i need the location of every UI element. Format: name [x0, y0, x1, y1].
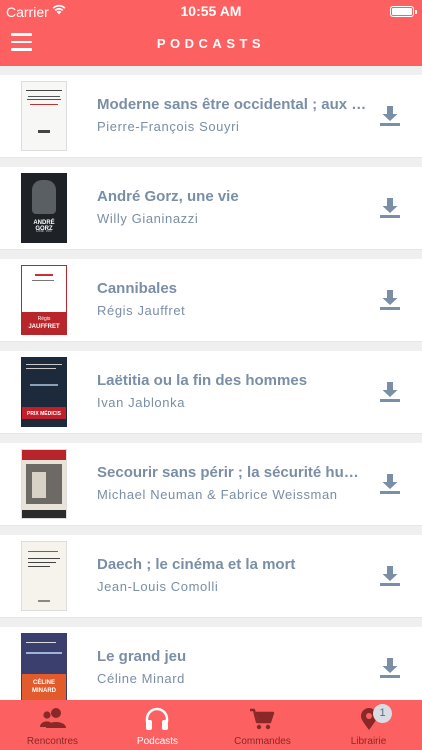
podcast-author: Céline Minard [97, 671, 186, 686]
podcast-author: Jean-Louis Comolli [97, 579, 219, 594]
download-icon[interactable] [379, 657, 401, 679]
podcast-title[interactable]: Moderne sans être occidental ; aux origi… [97, 96, 369, 113]
podcast-author: Willy Gianinazzi [97, 211, 199, 226]
page-title: PODCASTS [156, 36, 266, 51]
tab-label: Librairie [350, 736, 387, 747]
podcast-row[interactable]: Moderne sans être occidental ; aux origi… [0, 75, 422, 158]
book-cover: PRIX MÉDICIS [21, 357, 67, 427]
podcast-row[interactable]: CÉLINE MINARD Le grand jeu Céline Minard [0, 627, 422, 700]
notification-badge: 1 [373, 704, 392, 723]
podcast-author: Pierre-François Souyri [97, 119, 240, 134]
status-bar: Carrier 10:55 AM [0, 0, 422, 22]
podcast-author: Michael Neuman & Fabrice Weissman [97, 487, 338, 502]
tab-bar: Rencontres Podcasts Commandes 1 Librairi… [0, 700, 422, 750]
podcast-title[interactable]: Cannibales [97, 280, 369, 297]
download-icon[interactable] [379, 197, 401, 219]
podcast-row[interactable]: PRIX MÉDICIS Laëtitia ou la fin des homm… [0, 351, 422, 434]
clock: 10:55 AM [180, 3, 242, 19]
podcast-title[interactable]: Secourir sans périr ; la sécurité humani… [97, 464, 369, 481]
podcast-row[interactable]: Daech ; le cinéma et la mort Jean-Louis … [0, 535, 422, 618]
podcast-title[interactable]: Daech ; le cinéma et la mort [97, 556, 369, 573]
tab-label: Commandes [234, 736, 291, 747]
download-icon[interactable] [379, 565, 401, 587]
tab-label: Podcasts [136, 736, 179, 747]
top-bar: Carrier 10:55 AM PODCASTS [0, 0, 422, 66]
download-icon[interactable] [379, 289, 401, 311]
headphones-icon [145, 707, 169, 730]
book-cover [21, 81, 67, 151]
cart-icon [250, 708, 275, 730]
download-icon[interactable] [379, 381, 401, 403]
podcast-list[interactable]: Moderne sans être occidental ; aux origi… [0, 66, 422, 700]
download-icon[interactable] [379, 473, 401, 495]
book-cover: ANDRÉ GORZ UNE VIE [21, 173, 67, 243]
podcast-author: Ivan Jablonka [97, 395, 186, 410]
tab-rencontres[interactable]: Rencontres [0, 700, 105, 750]
podcast-row[interactable]: Secourir sans périr ; la sécurité humani… [0, 443, 422, 526]
book-cover [21, 449, 67, 519]
tab-librairie[interactable]: 1 Librairie [316, 700, 421, 750]
tab-podcasts[interactable]: Podcasts [105, 700, 210, 750]
download-icon[interactable] [379, 105, 401, 127]
book-cover [21, 541, 67, 611]
podcast-title[interactable]: Laëtitia ou la fin des hommes [97, 372, 369, 389]
podcast-row[interactable]: ANDRÉ GORZ UNE VIE André Gorz, une vie W… [0, 167, 422, 250]
tab-label: Rencontres [26, 736, 79, 747]
podcast-title[interactable]: André Gorz, une vie [97, 188, 369, 205]
tab-commandes[interactable]: Commandes [210, 700, 315, 750]
battery-icon [390, 6, 417, 17]
people-icon [40, 708, 66, 728]
podcast-title[interactable]: Le grand jeu [97, 648, 369, 665]
podcast-row[interactable]: Régis JAUFFRET Cannibales Régis Jauffret [0, 259, 422, 342]
book-cover: CÉLINE MINARD [21, 633, 67, 700]
book-cover: Régis JAUFFRET [21, 265, 67, 335]
podcast-author: Régis Jauffret [97, 303, 186, 318]
